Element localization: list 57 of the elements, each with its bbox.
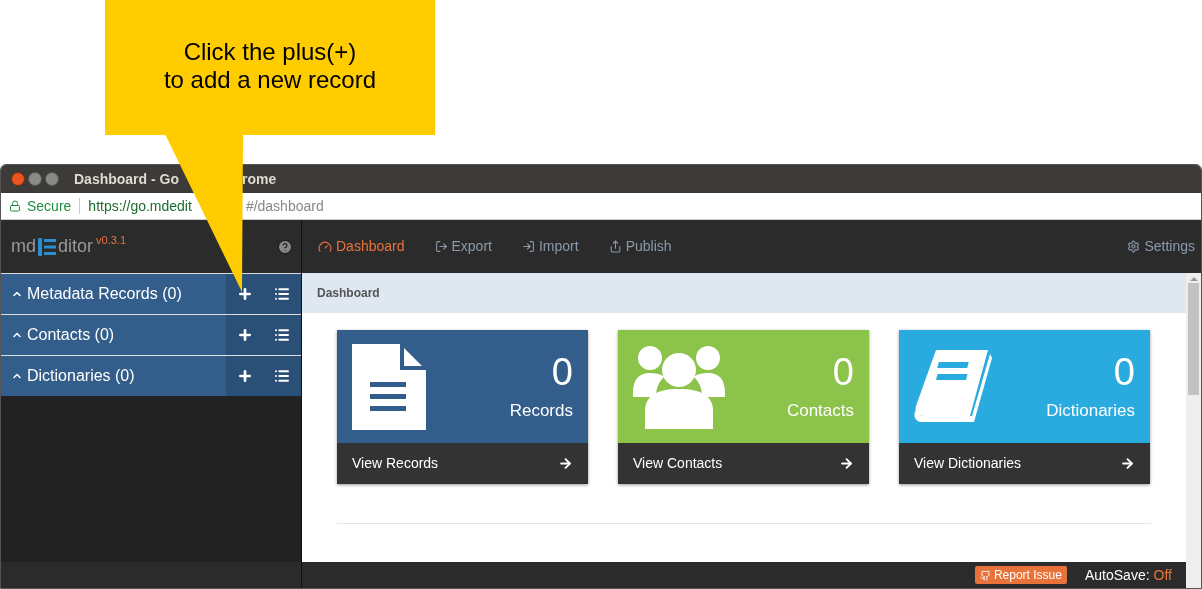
nav-link[interactable]: Dashboard [318, 236, 405, 257]
window-title: Dashboard - Go [74, 169, 179, 189]
arrow-right-icon [558, 456, 573, 471]
autosave-value: Off [1153, 565, 1172, 585]
import-icon [521, 240, 535, 253]
url-text: #/dashboard [245, 196, 324, 216]
sidebar-item[interactable]: Dictionaries (0) [1, 355, 301, 396]
callout-text: to add a new record [163, 65, 377, 94]
arrow-right-icon [839, 456, 854, 471]
secure-label: Secure [27, 196, 72, 216]
maximize-icon[interactable] [45, 172, 59, 186]
minimize-icon[interactable] [28, 172, 42, 186]
card-label: Records [509, 399, 573, 422]
settings-icon [1127, 240, 1141, 253]
book-icon [914, 349, 994, 424]
export-icon [434, 240, 448, 253]
sidebar-item-label: Dictionaries (0) [27, 366, 135, 386]
nav-link[interactable]: Import [521, 236, 579, 257]
lock-icon [9, 200, 21, 212]
share-icon [608, 240, 622, 253]
logo-text: md [11, 235, 36, 258]
scrollbar[interactable] [1186, 273, 1201, 588]
card-count: 0 [551, 349, 573, 394]
sidebar-item[interactable]: Contacts (0) [1, 314, 301, 355]
sidebar-item-label: Metadata Records (0) [27, 284, 182, 304]
list-icon[interactable] [274, 286, 291, 302]
sidebar-item-label: Contacts (0) [27, 325, 115, 345]
version-label: v0.3.1 [96, 233, 126, 248]
url-text: https://go.mdedit [88, 196, 192, 216]
users-icon [633, 344, 725, 429]
list-icon[interactable] [274, 327, 291, 343]
arrow-right-icon [1120, 456, 1135, 471]
nav-link[interactable]: Export [434, 236, 492, 257]
callout-text: Click the plus(+) [183, 37, 357, 66]
github-icon [979, 569, 991, 581]
document-icon [352, 343, 426, 430]
sidebar-item[interactable]: Metadata Records (0) [1, 273, 301, 314]
card-count: 0 [832, 349, 854, 394]
close-icon[interactable] [11, 172, 25, 186]
add-icon[interactable] [236, 327, 253, 343]
add-icon[interactable] [236, 368, 253, 384]
card-link[interactable]: View Records [337, 443, 588, 484]
card-label: Contacts [786, 399, 854, 422]
card-label: Dictionaries [1046, 399, 1135, 422]
card-link[interactable]: View Contacts [618, 443, 869, 484]
settings-link[interactable]: Settings [1127, 236, 1195, 257]
autosave-label: AutoSave: [1084, 565, 1150, 585]
breadcrumb: Dashboard [317, 285, 380, 302]
list-logo-icon [38, 236, 56, 257]
card-link[interactable]: View Dictionaries [899, 443, 1150, 484]
help-icon[interactable] [277, 238, 293, 255]
gauge-icon [318, 239, 332, 254]
window-title: rome [242, 169, 277, 189]
list-icon[interactable] [274, 368, 291, 384]
nav-link[interactable]: Publish [608, 236, 672, 257]
logo-text: ditor [58, 235, 94, 258]
card-count: 0 [1113, 349, 1135, 394]
